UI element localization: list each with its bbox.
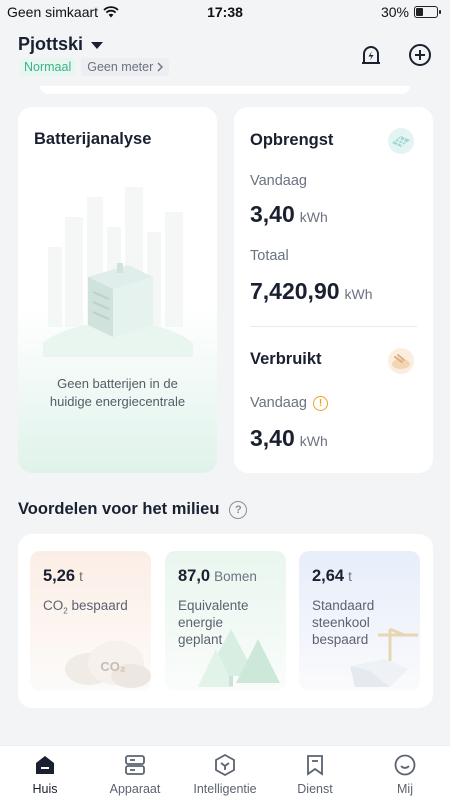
chevron-right-icon	[157, 62, 164, 72]
battery-analysis-card[interactable]: Batterijanalyse Geen batterijen in de hu…	[18, 107, 217, 473]
plant-header: Pjottski Normaal Geen meter	[0, 30, 450, 92]
empty-message-line2: huidige energiecentrale	[49, 394, 186, 409]
co2-number: 5,26	[43, 567, 76, 585]
co2-desc-main: CO	[43, 598, 64, 613]
co2-value: 5,26 t	[43, 567, 83, 586]
yield-today-number: 3,40	[250, 201, 295, 227]
consumption-today-value: 3,40 kWh	[250, 425, 328, 452]
consumption-today-text: Vandaag	[250, 395, 307, 411]
tab-intelligence-label: Intelligentie	[193, 782, 257, 796]
environment-card: 5,26 t CO2 bespaard CO₂ 87,0 Bomen Equiv…	[18, 534, 433, 708]
intelligence-icon	[212, 752, 238, 778]
coal-value: 2,64 t	[312, 567, 352, 586]
co2-description: CO2 bespaard	[43, 597, 145, 620]
tab-profile[interactable]: Mij	[360, 752, 450, 796]
trees-icon	[198, 629, 280, 687]
consumption-today-unit: kWh	[299, 433, 328, 449]
tab-service[interactable]: Dienst	[270, 752, 360, 796]
environment-section-title: Voordelen voor het milieu ?	[18, 500, 248, 519]
coal-saved-tile[interactable]: 2,64 t Standaard steenkool bespaard	[299, 551, 420, 691]
coal-unit: t	[348, 569, 352, 584]
trees-unit: Bomen	[214, 569, 257, 584]
tab-device-label: Apparaat	[109, 782, 161, 796]
home-icon	[32, 752, 58, 778]
alarm-bolt-icon[interactable]	[358, 42, 384, 68]
battery-status: 30%	[380, 4, 441, 20]
coal-crane-icon	[350, 627, 418, 687]
yield-today-unit: kWh	[299, 209, 328, 225]
meter-tag-label: Geen meter	[87, 60, 154, 74]
consumption-today-number: 3,40	[250, 425, 295, 451]
bottom-tab-bar: Huis Apparaat Intelligentie Dienst Mij	[0, 745, 450, 800]
solar-panel-icon	[388, 128, 414, 154]
tab-intelligence[interactable]: Intelligentie	[180, 752, 270, 796]
help-question-icon[interactable]: ?	[229, 500, 248, 519]
banner-edge	[40, 86, 410, 94]
battery-level-fill	[416, 8, 423, 16]
tab-service-label: Dienst	[297, 782, 333, 796]
empty-message-line1: Geen batterijen in de	[57, 376, 178, 391]
battery-illustration-icon	[43, 187, 193, 357]
meter-tag[interactable]: Geen meter	[81, 58, 170, 76]
device-icon	[122, 752, 148, 778]
tab-home-label: Huis	[32, 782, 58, 796]
consumption-title: Verbruikt	[250, 350, 322, 368]
tab-home[interactable]: Huis	[0, 752, 90, 796]
plant-selector[interactable]: Pjottski	[18, 34, 104, 55]
consumption-plug-icon	[388, 348, 414, 374]
add-circle-icon[interactable]	[407, 42, 433, 68]
consumption-today-label: Vandaag !	[250, 395, 328, 411]
co2-unit: t	[79, 569, 83, 584]
trees-value: 87,0 Bomen	[178, 567, 257, 586]
caret-down-icon	[91, 42, 104, 49]
warning-info-icon[interactable]: !	[312, 395, 328, 411]
coal-number: 2,64	[312, 567, 345, 585]
plant-tags: Normaal Geen meter	[20, 58, 170, 76]
trees-planted-tile[interactable]: 87,0 Bomen Equivalente energie geplant	[165, 551, 286, 691]
empty-battery-message: Geen batterijen in de huidige energiecen…	[28, 375, 207, 411]
yield-title: Opbrengst	[250, 131, 334, 149]
co2-desc-rest: bespaard	[67, 598, 128, 613]
service-bookmark-icon	[302, 752, 328, 778]
profile-smiley-icon	[392, 752, 418, 778]
yield-total-value: 7,420,90 kWh	[250, 278, 373, 305]
battery-icon	[414, 6, 441, 18]
yield-today-label: Vandaag	[250, 173, 307, 189]
status-bar: Geen simkaart 17:38 30%	[0, 0, 450, 24]
status-badge: Normaal	[20, 58, 76, 76]
battery-percent: 30%	[380, 4, 409, 20]
co2-saved-tile[interactable]: 5,26 t CO2 bespaard CO₂	[30, 551, 151, 691]
yield-total-unit: kWh	[344, 286, 373, 302]
trees-desc-line1: Equivalente	[178, 598, 249, 613]
yield-today-value: 3,40 kWh	[250, 201, 328, 228]
tab-profile-label: Mij	[397, 782, 413, 796]
plant-name: Pjottski	[18, 34, 84, 54]
divider	[250, 326, 417, 327]
yield-total-label: Totaal	[250, 248, 289, 264]
tab-device[interactable]: Apparaat	[90, 752, 180, 796]
co2-art-label: CO₂	[100, 659, 126, 674]
coal-desc-line1: Standaard	[312, 598, 375, 613]
trees-number: 87,0	[178, 567, 211, 585]
energy-summary-card[interactable]: Opbrengst Vandaag 3,40 kWh Totaal 7,420,…	[234, 107, 433, 473]
environment-title-text: Voordelen voor het milieu	[18, 500, 220, 518]
yield-total-number: 7,420,90	[250, 278, 340, 304]
co2-cloud-icon: CO₂	[65, 641, 151, 688]
